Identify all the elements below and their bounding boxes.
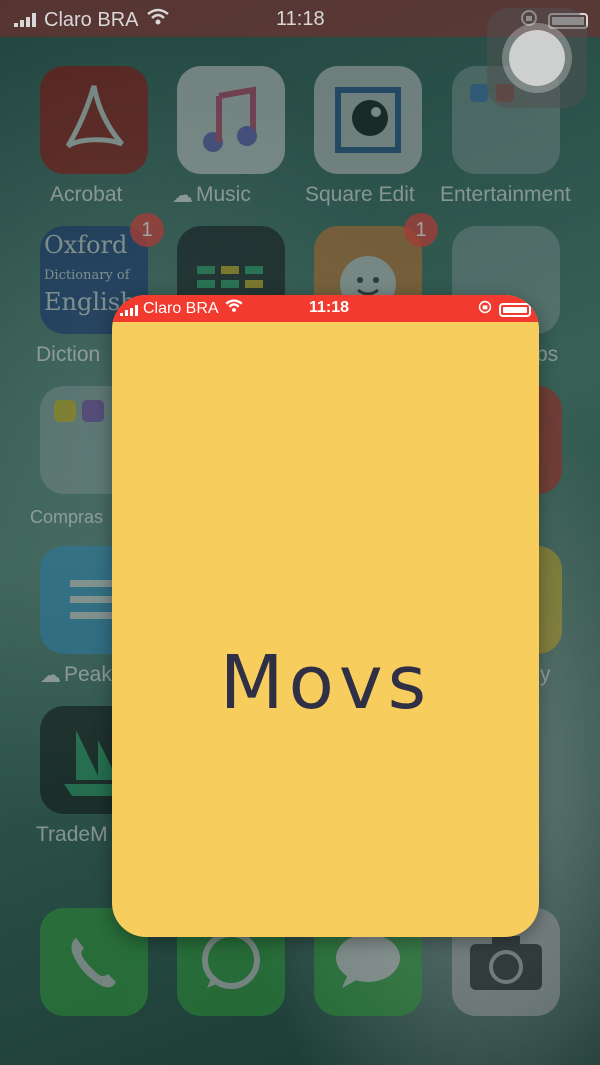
signal-icon: [14, 13, 36, 27]
splash-carrier-label: Claro BRA: [143, 299, 219, 317]
splash-carrier-info: Claro BRA: [120, 299, 244, 318]
splash-status-right: [478, 300, 531, 319]
splash-status-time: 11:18: [309, 299, 350, 316]
rotation-lock-icon: [478, 300, 492, 319]
app-logo-title: Movs: [219, 640, 432, 726]
signal-icon: [120, 302, 138, 316]
wifi-icon: [224, 299, 244, 318]
splash-status-bar: Claro BRA 11:18: [112, 295, 539, 322]
assistive-touch-button[interactable]: [487, 8, 587, 108]
battery-icon: [499, 302, 531, 317]
carrier-info: Claro BRA: [14, 8, 170, 32]
status-time: 11:18: [276, 8, 325, 30]
carrier-label: Claro BRA: [44, 8, 139, 31]
wifi-icon: [146, 8, 170, 32]
movs-app-splash[interactable]: Claro BRA 11:18 Movs: [112, 295, 539, 937]
